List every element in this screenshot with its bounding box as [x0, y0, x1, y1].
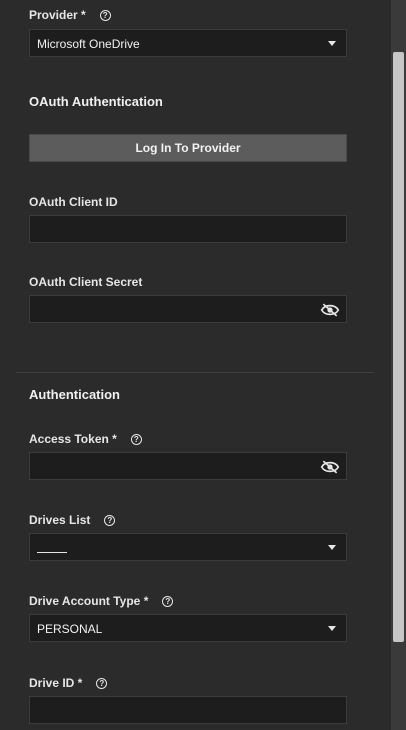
access-token-label: Access Token * ?	[29, 432, 142, 446]
oauth-client-id-label: OAuth Client ID	[29, 195, 118, 209]
provider-select[interactable]: Microsoft OneDrive	[29, 29, 347, 57]
drive-account-type-value: PERSONAL	[37, 622, 103, 636]
oauth-client-secret-label: OAuth Client Secret	[29, 275, 143, 289]
oauth-section-title: OAuth Authentication	[29, 94, 163, 109]
chevron-down-icon	[328, 41, 336, 46]
drive-account-type-label: Drive Account Type * ?	[29, 594, 174, 608]
scrollbar-thumb[interactable]	[393, 52, 404, 642]
section-divider	[16, 372, 374, 373]
drive-id-input[interactable]	[29, 696, 347, 724]
drives-list-empty-value	[37, 546, 67, 560]
drive-account-type-select[interactable]: PERSONAL	[29, 614, 347, 642]
log-in-to-provider-button[interactable]: Log In To Provider	[29, 134, 347, 162]
chevron-down-icon	[328, 545, 336, 550]
provider-label: Provider * ?	[29, 8, 111, 22]
oauth-client-id-input[interactable]	[29, 215, 347, 243]
cloud-credentials-form: Provider * ? Microsoft OneDrive OAuth Au…	[0, 0, 391, 730]
help-icon[interactable]: ?	[96, 677, 108, 689]
help-icon[interactable]: ?	[130, 433, 142, 445]
help-icon[interactable]: ?	[99, 9, 111, 21]
oauth-client-secret-input[interactable]	[29, 295, 347, 323]
drives-list-label: Drives List ?	[29, 513, 116, 527]
provider-select-value: Microsoft OneDrive	[37, 37, 140, 51]
vertical-scrollbar[interactable]	[391, 0, 406, 730]
chevron-down-icon	[328, 626, 336, 631]
drive-id-label: Drive ID * ?	[29, 676, 108, 690]
help-icon[interactable]: ?	[162, 595, 174, 607]
authentication-section-title: Authentication	[29, 387, 120, 402]
eye-off-icon[interactable]	[320, 459, 340, 475]
eye-off-icon[interactable]	[320, 302, 340, 318]
access-token-input[interactable]	[29, 452, 347, 480]
help-icon[interactable]: ?	[104, 514, 116, 526]
drives-list-select[interactable]	[29, 533, 347, 561]
